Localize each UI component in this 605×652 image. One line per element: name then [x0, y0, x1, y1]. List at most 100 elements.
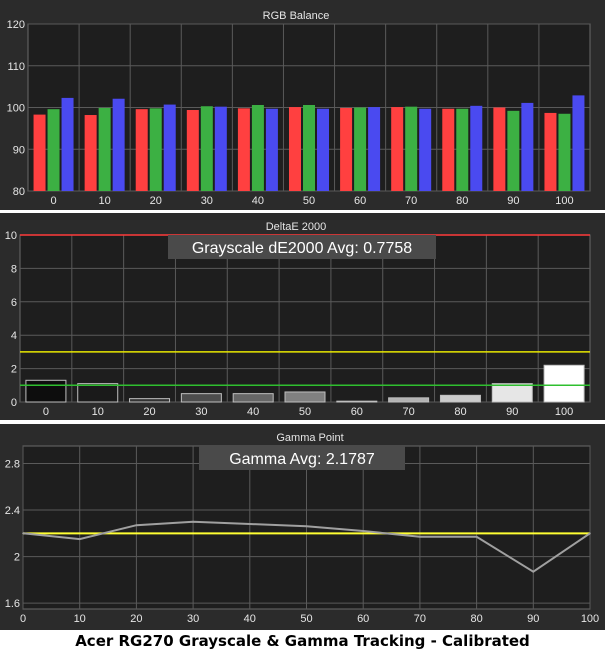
deltae-bar: [232, 393, 274, 403]
figure-caption: Acer RG270 Grayscale & Gamma Tracking - …: [75, 632, 530, 650]
gamma-title: Gamma Point: [276, 432, 343, 444]
rgb-balance-panel: RGB Balance 80 90 100 110 120 0 10 20 30 40 50 60 7…: [0, 0, 605, 210]
red-bar: [237, 108, 250, 191]
rgb-x-tick-label: 10: [99, 195, 111, 207]
rgb-x-tick-label: 20: [150, 195, 162, 207]
deltae-average-annotation: Grayscale dE2000 Avg: 0.7758: [192, 240, 412, 257]
gamma-x-tick-label: 10: [74, 613, 86, 625]
blue-bar: [368, 107, 381, 191]
deltae-bar: [439, 394, 481, 403]
deltae-x-tick-label: 40: [247, 406, 259, 418]
red-bar: [442, 108, 455, 191]
red-bar: [84, 115, 97, 191]
deltae-bar: [336, 400, 378, 403]
rgb-x-tick-label: 30: [201, 195, 213, 207]
green-bar: [200, 106, 213, 191]
gamma-x-tick-label: 20: [130, 613, 142, 625]
blue-bar: [163, 104, 176, 191]
rgb-x-tick-label: 50: [303, 195, 315, 207]
deltae-y-tick-label: 0: [11, 397, 17, 409]
deltae-x-tick-label: 100: [555, 406, 573, 418]
deltae-bar: [180, 393, 222, 403]
gamma-x-tick-label: 60: [357, 613, 369, 625]
deltae-bar: [25, 379, 67, 403]
rgb-y-tick-label: 110: [7, 61, 25, 73]
green-bar: [149, 108, 162, 191]
gamma-x-tick-label: 90: [527, 613, 539, 625]
green-bar: [47, 109, 60, 191]
gamma-point: [22, 532, 24, 535]
deltae-bar: [388, 397, 430, 403]
blue-bar: [214, 106, 227, 191]
deltae-y-tick-label: 2: [11, 364, 17, 376]
rgb-y-tick-label: 120: [7, 19, 25, 31]
green-bar: [251, 104, 264, 191]
blue-bar: [265, 108, 278, 191]
rgb-balance-title: RGB Balance: [263, 10, 330, 22]
rgb-y-tick-label: 100: [7, 103, 25, 115]
deltae-title: DeltaE 2000: [266, 221, 327, 233]
gamma-y-tick-label: 2: [14, 552, 20, 564]
blue-bar: [470, 105, 483, 191]
gamma-point: [192, 520, 194, 523]
deltae-y-tick-label: 6: [11, 297, 17, 309]
deltae-y-tick-label: 4: [11, 330, 17, 342]
red-bar: [135, 109, 148, 191]
red-bar: [33, 114, 46, 191]
blue-bar: [112, 98, 125, 191]
rgb-y-tick-label: 80: [13, 186, 25, 198]
gamma-panel: Gamma Point 1.6 2 2.4 2.8 0 10 20 30 40 50 60 70 80…: [0, 424, 605, 630]
red-bar: [186, 110, 199, 191]
deltae-x-tick-label: 90: [506, 406, 518, 418]
green-bar: [303, 104, 315, 191]
blue-bar: [317, 108, 329, 191]
green-bar: [507, 110, 520, 191]
gamma-x-tick-label: 30: [187, 613, 199, 625]
green-bar: [98, 107, 111, 191]
deltae-bar: [543, 364, 585, 403]
green-bar: [558, 113, 571, 191]
green-bar: [405, 106, 418, 191]
deltae-x-tick-label: 50: [299, 406, 311, 418]
rgb-x-tick-label: 90: [507, 195, 519, 207]
deltae-x-tick-label: 0: [43, 406, 49, 418]
gamma-x-tick-label: 40: [244, 613, 256, 625]
deltae-plot-area: [19, 234, 591, 403]
red-bar: [493, 107, 506, 191]
deltae-bar: [77, 383, 119, 403]
gamma-point: [249, 523, 251, 525]
red-bar: [340, 107, 353, 191]
rgb-y-tick-label: 90: [13, 144, 25, 156]
blue-bar: [521, 102, 534, 191]
red-bar: [391, 107, 404, 191]
deltae-x-tick-label: 10: [92, 406, 104, 418]
rgb-x-tick-label: 0: [50, 195, 56, 207]
deltae-y-tick-label: 8: [11, 263, 17, 275]
gamma-x-tick-label: 100: [581, 613, 599, 625]
gamma-x-tick-label: 50: [300, 613, 312, 625]
gamma-x-tick-label: 0: [20, 613, 26, 625]
figure: RGB Balance 8090100110120 0 10 20 30 40 50 60 7…: [0, 0, 605, 630]
red-bar: [544, 112, 557, 191]
rgb-x-tick-label: 70: [405, 195, 417, 207]
gamma-point: [362, 530, 365, 532]
rgb-balance-bars: [33, 95, 585, 191]
gamma-point: [419, 536, 421, 538]
gamma-y-tick-label: 2.8: [5, 458, 20, 470]
rgb-x-tick-label: 40: [252, 195, 264, 207]
deltae-x-tick-label: 80: [454, 406, 466, 418]
deltae-panel: DeltaE 2000 0 2 4 6 8 10 0 10 20 30 40 50 60 70 80 90 1…: [0, 213, 605, 420]
deltae-y-tick-label: 10: [5, 230, 17, 242]
gamma-x-tick-label: 70: [414, 613, 426, 625]
gamma-y-tick-label: 2.4: [5, 505, 20, 517]
deltae-bar: [491, 383, 533, 403]
blue-bar: [419, 108, 432, 191]
green-bar: [354, 107, 367, 191]
blue-bar: [61, 97, 74, 191]
deltae-x-tick-label: 20: [143, 406, 155, 418]
green-bar: [456, 108, 469, 191]
gamma-point: [135, 524, 138, 526]
gamma-point: [532, 570, 535, 573]
blue-bar: [572, 95, 585, 191]
rgb-x-tick-label: 80: [456, 195, 468, 207]
